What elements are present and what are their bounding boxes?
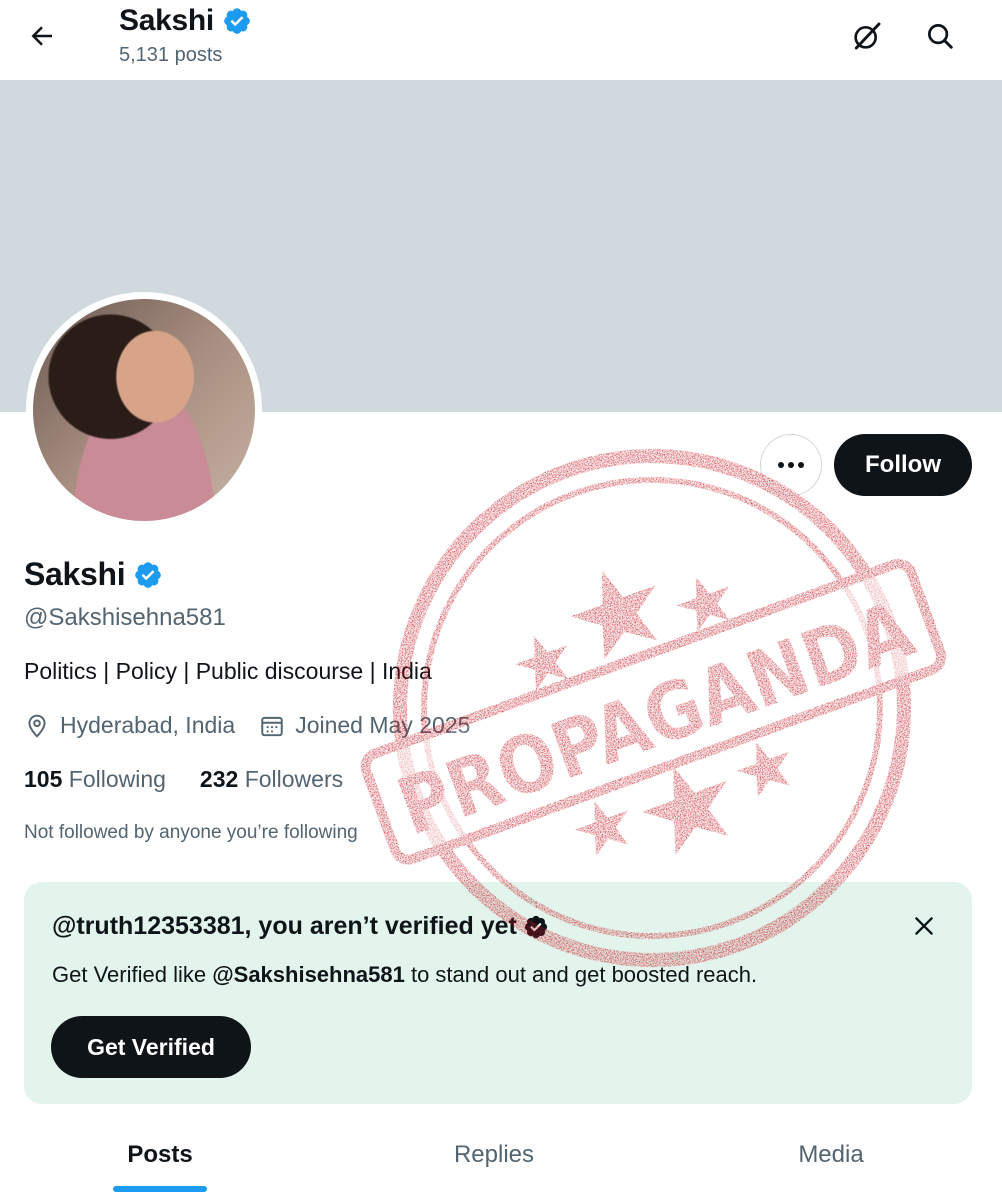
- verified-badge-icon: [135, 561, 162, 588]
- close-icon: [915, 917, 933, 935]
- verify-card-title: @truth12353381, you aren’t verified yet: [52, 912, 517, 940]
- verify-card-description: Get Verified like @Sakshisehna581 to sta…: [52, 962, 758, 987]
- grok-icon: [854, 22, 881, 50]
- verify-card-handle: @Sakshisehna581: [212, 962, 405, 987]
- followers-label: Followers: [244, 766, 344, 792]
- verification-upsell-card: @truth12353381, you aren’t verified yet …: [24, 882, 972, 1104]
- search-button[interactable]: [918, 14, 962, 58]
- follow-button[interactable]: Follow: [834, 434, 972, 496]
- more-options-button[interactable]: [760, 434, 822, 496]
- mutual-followers-note: Not followed by anyone you’re following: [24, 822, 358, 843]
- joined-text: Joined May 2025: [295, 712, 471, 738]
- location-text: Hyderabad, India: [60, 712, 236, 738]
- profile-handle: @Sakshisehna581: [24, 604, 226, 631]
- joined-item: Joined May 2025: [259, 712, 470, 739]
- verified-badge-icon: [524, 915, 547, 938]
- display-name: Sakshi: [24, 556, 126, 592]
- followers-link[interactable]: 232 Followers: [200, 766, 343, 793]
- verify-card-title-row: @truth12353381, you aren’t verified yet: [52, 912, 549, 941]
- arrow-left-icon: [31, 26, 52, 46]
- location-item: Hyderabad, India: [24, 712, 235, 739]
- get-verified-button[interactable]: Get Verified: [51, 1016, 251, 1078]
- avatar-photo: [33, 299, 255, 521]
- header-title: Sakshi: [119, 4, 214, 37]
- avatar[interactable]: [26, 292, 262, 528]
- tab-replies[interactable]: Replies: [394, 1110, 594, 1200]
- following-label: Following: [68, 766, 166, 792]
- profile-bio: Politics | Policy | Public discourse | I…: [24, 658, 432, 684]
- back-button[interactable]: [20, 14, 64, 58]
- top-bar: Sakshi 5,131 posts: [0, 0, 1002, 80]
- followers-count: 232: [199, 766, 239, 792]
- active-tab-indicator: [113, 1186, 207, 1192]
- profile-name-row: Sakshi: [24, 556, 163, 593]
- grok-button[interactable]: [845, 14, 889, 58]
- profile-meta: Hyderabad, India Joined May 2025: [24, 712, 494, 739]
- following-count: 105: [24, 766, 63, 792]
- verified-badge-icon: [224, 8, 250, 34]
- header-title-block: Sakshi 5,131 posts: [119, 2, 252, 67]
- search-icon: [928, 24, 953, 49]
- more-icon: [778, 462, 784, 468]
- following-link[interactable]: 105 Following: [24, 766, 166, 793]
- calendar-icon: [261, 716, 283, 736]
- post-count: 5,131 posts: [119, 44, 223, 66]
- close-button[interactable]: [902, 904, 946, 948]
- tab-media[interactable]: Media: [731, 1110, 931, 1200]
- follow-stats: 105 Following 232 Followers: [24, 766, 377, 793]
- location-pin-icon: [28, 714, 46, 738]
